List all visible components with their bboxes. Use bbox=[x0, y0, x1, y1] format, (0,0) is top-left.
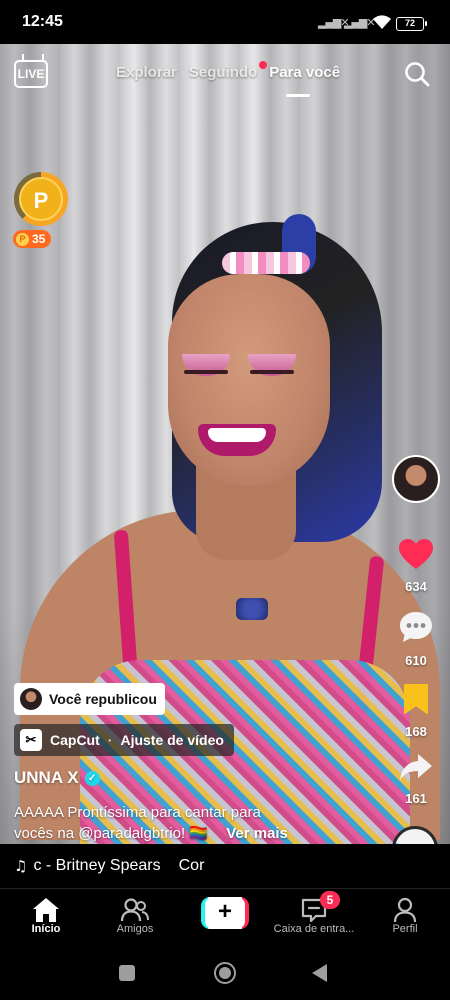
save-count: 168 bbox=[405, 724, 427, 739]
tab-explore[interactable]: Explorar bbox=[116, 64, 177, 86]
like-button[interactable]: 634 bbox=[392, 538, 440, 594]
system-nav-bar bbox=[0, 946, 450, 1000]
system-home-icon[interactable] bbox=[214, 962, 236, 984]
share-count: 161 bbox=[405, 791, 427, 806]
creator-avatar[interactable] bbox=[392, 455, 440, 503]
comment-count: 610 bbox=[405, 653, 427, 668]
repost-label: Você republicou bbox=[49, 691, 157, 707]
repost-chip[interactable]: Você republicou bbox=[14, 683, 165, 715]
nav-friends[interactable]: Amigos bbox=[106, 895, 164, 935]
bottom-nav: Início Amigos + 5 Caixa de entra... Perf… bbox=[0, 888, 450, 946]
video-subject-necklace bbox=[236, 598, 268, 620]
nav-home-label: Início bbox=[31, 923, 61, 935]
live-label: LIVE bbox=[17, 67, 45, 81]
video-subject-lash-right bbox=[250, 370, 294, 374]
caption-line-2: vocês na @paradalgbtrio! 🏳️‍🌈 bbox=[14, 825, 209, 842]
music-note-icon: ♫ bbox=[14, 857, 28, 875]
nav-inbox[interactable]: 5 Caixa de entra... bbox=[262, 891, 366, 935]
repost-avatar bbox=[20, 688, 42, 710]
nav-profile-label: Perfil bbox=[392, 923, 418, 935]
recent-apps-icon[interactable] bbox=[119, 965, 135, 981]
verified-badge-icon: ✓ bbox=[84, 770, 100, 786]
nav-home[interactable]: Início bbox=[24, 895, 68, 935]
nav-inbox-label: Caixa de entra... bbox=[273, 923, 355, 935]
feed-tabs: Explorar Seguindo Para você bbox=[116, 61, 340, 86]
save-button[interactable]: 168 bbox=[392, 683, 440, 739]
search-icon[interactable] bbox=[404, 61, 430, 87]
capcut-label: CapCut bbox=[50, 732, 100, 748]
nav-friends-label: Amigos bbox=[116, 923, 154, 935]
profile-icon bbox=[382, 895, 428, 923]
video-subject-teeth bbox=[208, 428, 266, 442]
music-track: c - Britney Spears bbox=[33, 857, 161, 874]
home-icon bbox=[24, 895, 68, 923]
comment-icon bbox=[400, 612, 432, 642]
wifi-icon bbox=[372, 14, 392, 34]
active-tab-indicator bbox=[286, 94, 310, 97]
coin-count: 35 bbox=[32, 232, 46, 246]
music-bar[interactable]: ♫ c - Britney Spears Cor bbox=[0, 844, 450, 888]
capcut-action: Ajuste de vídeo bbox=[120, 732, 224, 748]
username-text: UNNA X bbox=[14, 768, 79, 787]
create-button[interactable]: + bbox=[201, 897, 249, 929]
inbox-icon: 5 bbox=[262, 891, 366, 923]
coin-count-badge[interactable]: P 35 bbox=[13, 230, 52, 248]
heart-icon bbox=[399, 539, 433, 569]
caption-line-1: AAAAA Prontíssima para cantar para bbox=[14, 804, 261, 821]
like-count: 634 bbox=[405, 579, 427, 594]
battery-icon: 72 bbox=[396, 17, 427, 31]
system-back-icon[interactable] bbox=[312, 964, 327, 982]
tab-for-you[interactable]: Para você bbox=[269, 64, 340, 86]
tab-following[interactable]: Seguindo bbox=[188, 61, 268, 86]
capcut-separator: · bbox=[107, 732, 113, 748]
bookmark-icon bbox=[404, 684, 428, 714]
video-subject-lash-left bbox=[184, 370, 228, 374]
capcut-template-chip[interactable]: ✂ CapCut · Ajuste de vídeo bbox=[14, 724, 234, 756]
share-icon bbox=[400, 754, 432, 780]
share-button[interactable]: 161 bbox=[392, 752, 440, 806]
coin-mini-icon: P bbox=[16, 232, 29, 246]
friends-icon bbox=[106, 895, 164, 923]
status-time: 12:45 bbox=[22, 13, 63, 30]
post-caption[interactable]: AAAAA Prontíssima para cantar para vocês… bbox=[14, 802, 374, 844]
coin-icon: P bbox=[19, 177, 63, 221]
notification-dot bbox=[259, 61, 268, 69]
nav-profile[interactable]: Perfil bbox=[382, 895, 428, 935]
cell-signal-icon-2: ▂▄▆✕ bbox=[344, 16, 376, 29]
creator-username[interactable]: UNNA X ✓ bbox=[14, 768, 100, 788]
video-subject-scrunchie bbox=[222, 252, 310, 274]
tab-following-label: Seguindo bbox=[188, 64, 258, 81]
status-bar: 12:45 ▂▄▆✕ ▂▄▆✕ 72 bbox=[0, 0, 450, 44]
live-button[interactable]: LIVE bbox=[14, 60, 48, 88]
plus-icon: + bbox=[205, 897, 245, 929]
comment-button[interactable]: 610 bbox=[392, 610, 440, 668]
see-more-link[interactable]: Ver mais bbox=[226, 825, 288, 842]
capcut-icon: ✂ bbox=[20, 729, 42, 751]
inbox-badge: 5 bbox=[320, 891, 340, 909]
coin-progress-widget[interactable]: P bbox=[14, 172, 68, 226]
music-track-continued: Cor bbox=[178, 857, 205, 874]
